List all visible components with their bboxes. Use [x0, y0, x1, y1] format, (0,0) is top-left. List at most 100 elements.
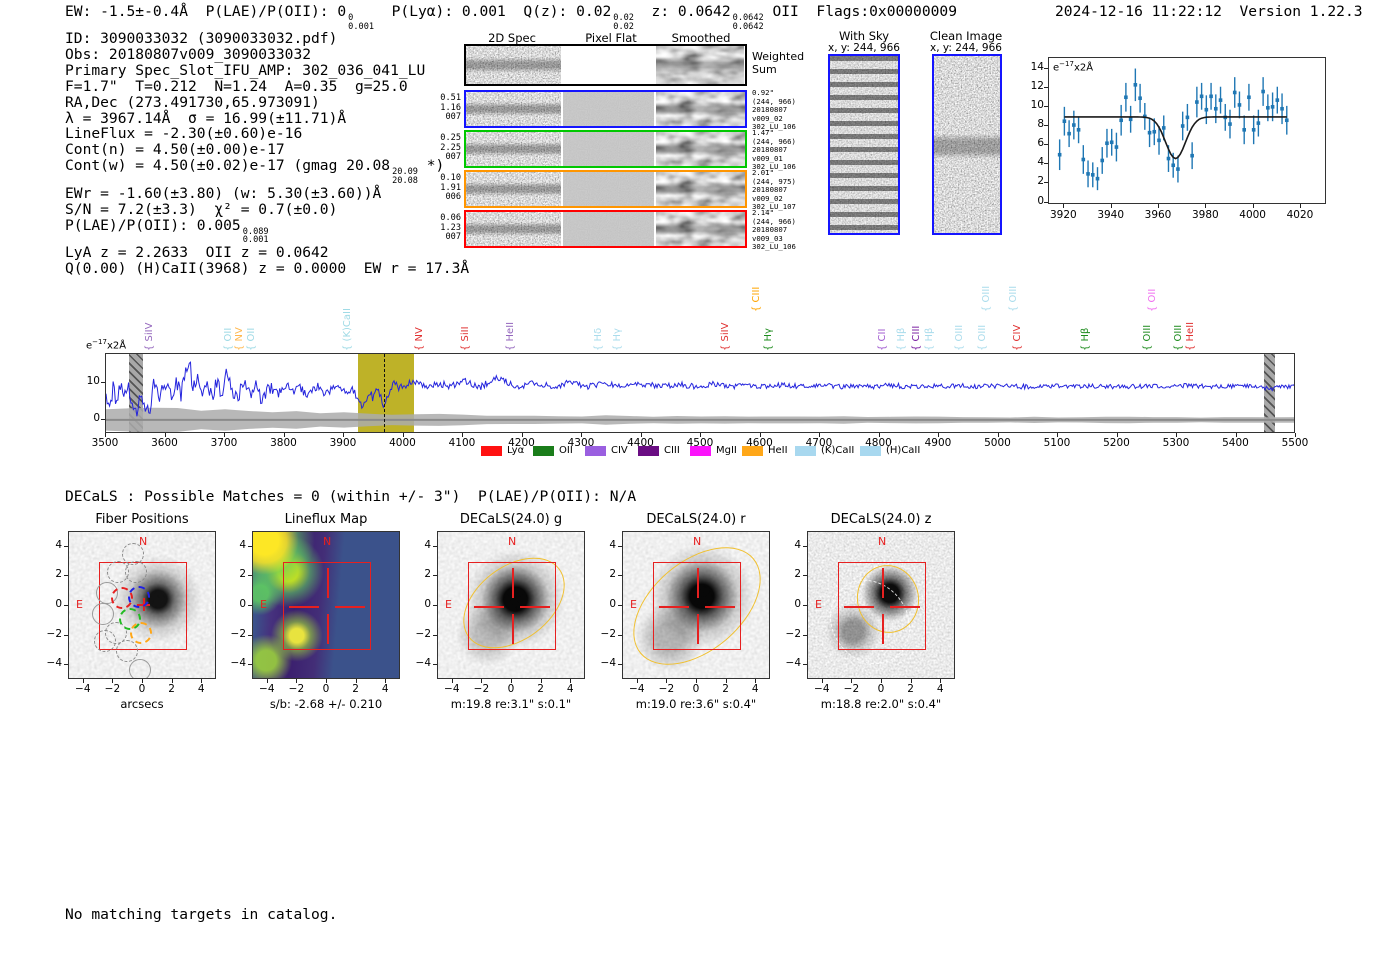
- row-2dspec-midband: [466, 182, 561, 196]
- cutout-ytick-mark: [64, 664, 68, 666]
- emission-line-label: { Hδ: [593, 327, 604, 351]
- cutout-ytick-label: 4: [424, 538, 431, 551]
- unit-rest: x2Å: [1073, 62, 1094, 74]
- legend-swatch: [638, 446, 659, 456]
- with-sky-title: With Sky: [838, 29, 890, 43]
- cutout-image: NE: [252, 531, 400, 679]
- cutout-xtick-mark: [296, 679, 298, 683]
- cutout-xtick-mark: [82, 679, 84, 683]
- compass-east-label: E: [76, 598, 83, 611]
- emission-line-label: { Hγ: [763, 328, 774, 351]
- compass-north-label: N: [323, 535, 332, 548]
- text-segment: RA,Dec (273.491730,65.973091): [65, 93, 320, 111]
- crosshair-vertical: [512, 614, 514, 644]
- cutout-xtick-label: −2: [104, 683, 121, 695]
- cutout-image: NE: [807, 531, 955, 679]
- cutout-xtick-label: 2: [907, 683, 914, 695]
- text-segment: z: 0.0642: [633, 3, 731, 20]
- inset-ytick-label: 6: [1037, 137, 1044, 150]
- inset-ytick-mark: [1044, 124, 1048, 126]
- cutout-xtick-label: 2: [537, 683, 544, 695]
- text-segment: Cont(n) = 4.50(±0.00)e-17: [65, 141, 285, 159]
- fiber-2d-row: [464, 170, 747, 208]
- inset-ytick-label: 4: [1037, 156, 1044, 169]
- spectrum-xtick-mark: [224, 433, 225, 437]
- cutout-ytick-label: 2: [239, 568, 246, 581]
- cutout-title: Fiber Positions: [95, 512, 189, 527]
- row-2dspec-image: [466, 172, 561, 206]
- crosshair-vertical: [882, 614, 884, 644]
- emission-line-label: { OIII: [1173, 324, 1184, 351]
- cutout-ytick-mark: [433, 545, 437, 547]
- cutout-ytick-mark: [248, 634, 252, 636]
- inset-ytick-label: 12: [1030, 79, 1044, 92]
- row-2dspec-midband: [466, 222, 561, 236]
- emission-line-label: { CII: [877, 328, 888, 351]
- row-smoothed-midband: [656, 102, 745, 116]
- spectrum-plot-area: [105, 353, 1295, 433]
- row-smoothed-image: [656, 212, 745, 246]
- with-sky-image: [828, 54, 900, 235]
- text-segment: Obs: 20180807v009_3090033032: [65, 45, 312, 63]
- weighted-sum-strip: [464, 44, 747, 86]
- cutout-bottom-label: m:18.8 re:2.0" s:0.4": [820, 697, 942, 711]
- row-2dspec-image: [466, 212, 561, 246]
- legend-swatch: [860, 446, 881, 456]
- cutout-xtick-mark: [451, 679, 453, 683]
- spectrum-ytick-label: 0: [93, 411, 100, 424]
- spectrum-xtick-mark: [878, 433, 880, 437]
- inset-ytick-label: 14: [1030, 60, 1044, 73]
- spectrum-xtick-mark: [938, 433, 939, 437]
- unit-exponent: −17: [1059, 60, 1074, 68]
- cutout-ytick-label: −2: [230, 627, 246, 640]
- cutout-xtick-mark: [201, 679, 203, 683]
- info-line: Cont(w) = 4.50(±0.02)e-17 (gmag 20.08 20.…: [65, 158, 485, 186]
- fiber-weight-value: 007: [445, 112, 461, 123]
- cutout-xtick-mark: [171, 679, 173, 683]
- stacked-fraction: 0.089 0.001: [243, 227, 269, 246]
- compass-east-label: E: [815, 598, 822, 611]
- compass-north-label: N: [508, 535, 517, 548]
- inset-xtick-label: 4000: [1239, 209, 1266, 221]
- detection-info-block: ID: 3090033032 (3090033032.pdf) Obs: 2018…: [65, 31, 485, 277]
- compass-north-label: N: [693, 535, 702, 548]
- cutout-ytick-label: 0: [609, 598, 616, 610]
- cutout-ytick-mark: [433, 605, 437, 606]
- spectrum-xtick-label: 4900: [924, 437, 952, 449]
- emission-line-label: { OII: [1147, 288, 1158, 312]
- cutout-ytick-mark: [64, 605, 68, 606]
- cutout-ytick-label: 4: [239, 538, 246, 551]
- row-smoothed-image: [656, 172, 745, 206]
- inset-xtick-label: 4020: [1286, 209, 1314, 221]
- weighted-sum-label: Weighted Sum: [752, 50, 805, 76]
- cutout-xtick-label: 2: [722, 683, 729, 695]
- cutout-xtick-mark: [881, 679, 882, 683]
- inset-xtick-mark: [1110, 204, 1112, 208]
- spectrum-xtick-mark: [1176, 433, 1177, 437]
- inset-ytick-mark: [1044, 182, 1048, 184]
- fiber-weight-value: 006: [445, 192, 461, 203]
- spectrum-xtick-mark: [1116, 433, 1118, 437]
- spectrum-xtick-label: 5300: [1162, 437, 1190, 449]
- cutout-ytick-label: −2: [785, 627, 801, 640]
- info-line: Obs: 20180807v009_3090033032: [65, 45, 485, 63]
- inset-ytick-mark: [1044, 105, 1048, 107]
- crosshair-horizontal: [289, 606, 319, 608]
- spectrum-xtick-mark: [640, 433, 642, 437]
- unit-rest: x2Å: [106, 340, 127, 352]
- info-line: ID: 3090033032 (3090033032.pdf): [65, 31, 485, 47]
- crosshair-vertical: [512, 568, 514, 598]
- cutout-xtick-label: 4: [936, 683, 944, 695]
- cutout-xtick-mark: [540, 679, 542, 683]
- cutout-title: DECaLS(24.0) r: [646, 512, 746, 527]
- inset-xtick-mark: [1063, 204, 1065, 208]
- emission-line-label: { OII: [246, 327, 257, 351]
- row-smoothed-midband: [656, 182, 745, 196]
- row-smoothed-midband: [656, 222, 745, 236]
- cutout-xtick-label: −4: [75, 683, 91, 695]
- legend-label: OII: [559, 445, 573, 456]
- fiber-circle: [92, 603, 115, 626]
- fiber-circle: [124, 560, 147, 583]
- text-segment: P(Lyα): 0.001 Q(z): 0.02: [374, 3, 612, 20]
- cutout-xtick-mark: [142, 679, 143, 683]
